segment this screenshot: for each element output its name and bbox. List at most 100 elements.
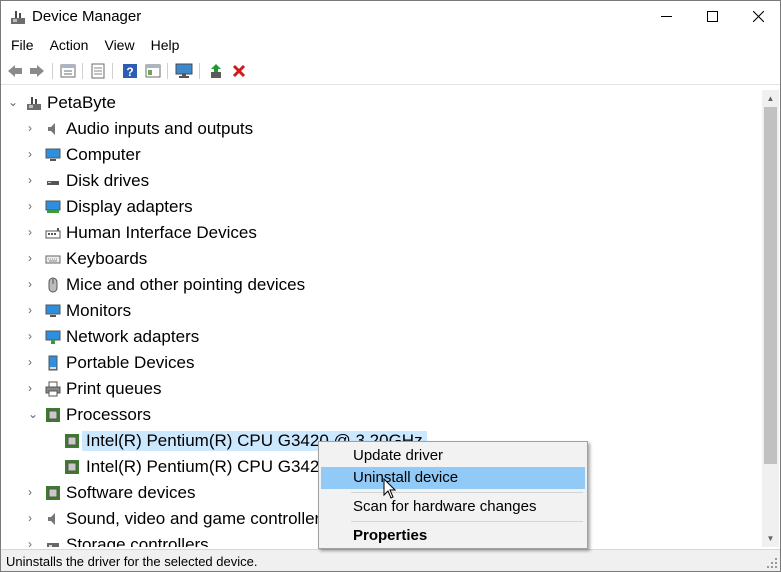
tree-category-label: Audio inputs and outputs: [66, 119, 254, 138]
uninstall-icon: [232, 64, 246, 78]
uninstall-button[interactable]: [230, 62, 248, 80]
chevron-down-icon[interactable]: ⌄: [8, 95, 20, 109]
window-title: Device Manager: [32, 8, 142, 25]
scan-icon: [91, 63, 105, 79]
chevron-right-icon[interactable]: ›: [28, 381, 40, 395]
chevron-right-icon[interactable]: ›: [28, 199, 40, 213]
forward-button[interactable]: [28, 62, 46, 80]
tree-category-label: Keyboards: [66, 249, 148, 268]
processor-icon: [65, 434, 79, 448]
tree-category[interactable]: › Computer: [2, 142, 762, 168]
chevron-right-icon[interactable]: ›: [28, 121, 40, 135]
scan-button[interactable]: [89, 62, 107, 80]
context-update-driver[interactable]: Update driver: [321, 445, 585, 467]
tree-category-label: Print queues: [66, 379, 162, 398]
scroll-up-button[interactable]: ▲: [762, 90, 779, 107]
menu-bar: File Action View Help: [1, 33, 780, 57]
tree-root[interactable]: ⌄ PetaByte: [2, 90, 762, 116]
context-uninstall-device[interactable]: Uninstall device: [321, 467, 585, 489]
monitor-button[interactable]: [175, 62, 193, 80]
tree-category[interactable]: › Portable Devices: [2, 350, 762, 376]
speaker-icon: [48, 513, 55, 525]
device-manager-icon: [11, 11, 25, 24]
close-icon: [752, 11, 764, 22]
chevron-right-icon[interactable]: ›: [28, 537, 40, 547]
chevron-right-icon[interactable]: ›: [28, 303, 40, 317]
toolbar-separator: [52, 63, 53, 79]
chevron-right-icon[interactable]: ›: [28, 225, 40, 239]
tree-category[interactable]: › Disk drives: [2, 168, 762, 194]
processor-icon: [46, 408, 60, 422]
computer-icon: [45, 148, 61, 161]
chevron-right-icon[interactable]: ›: [28, 355, 40, 369]
network-icon: [45, 330, 61, 344]
close-button[interactable]: [735, 1, 780, 32]
tree-category[interactable]: › Print queues: [2, 376, 762, 402]
context-item-label: Update driver: [353, 447, 444, 464]
update-driver-button[interactable]: [207, 62, 225, 80]
context-separator: [351, 521, 583, 522]
chevron-right-icon[interactable]: ›: [28, 147, 40, 161]
view-icon: [145, 64, 161, 78]
scroll-down-button[interactable]: ▼: [762, 530, 779, 547]
tree-category-label: Processors: [66, 405, 152, 424]
chevron-down-icon[interactable]: ⌄: [28, 407, 40, 421]
tree-category[interactable]: › Audio inputs and outputs: [2, 116, 762, 142]
chevron-right-icon[interactable]: ›: [28, 251, 40, 265]
printer-icon: [45, 381, 61, 397]
maximize-button[interactable]: [689, 1, 735, 32]
menu-view[interactable]: View: [94, 33, 140, 57]
tree-category[interactable]: › Mice and other pointing devices: [2, 272, 762, 298]
tree-category[interactable]: › Display adapters: [2, 194, 762, 220]
toolbar-separator: [82, 63, 83, 79]
chevron-right-icon[interactable]: ›: [28, 277, 40, 291]
status-text: Uninstalls the driver for the selected d…: [6, 554, 258, 569]
maximize-icon: [706, 11, 718, 22]
storage-icon: [47, 543, 59, 547]
context-menu: Update driver Uninstall device Scan for …: [318, 441, 588, 549]
tree-category[interactable]: ⌄ Processors: [2, 402, 762, 428]
menu-file[interactable]: File: [1, 33, 40, 57]
chevron-right-icon[interactable]: ›: [28, 511, 40, 525]
scroll-thumb[interactable]: [764, 107, 777, 464]
minimize-button[interactable]: [643, 1, 689, 32]
help-icon: ?: [123, 64, 137, 79]
svg-text:?: ?: [126, 65, 133, 79]
monitor-icon: [175, 63, 193, 78]
view-button[interactable]: [144, 62, 162, 80]
properties-tree-button[interactable]: [59, 62, 77, 80]
hid-icon: [45, 228, 61, 239]
help-button[interactable]: ?: [121, 62, 139, 80]
back-button[interactable]: [6, 62, 24, 80]
title-bar[interactable]: Device Manager: [1, 1, 780, 32]
context-item-label: Properties: [353, 527, 428, 544]
keyboard-icon: [45, 255, 61, 264]
software-device-icon: [46, 486, 60, 500]
tree-category-label: Sound, video and game controllers: [66, 509, 329, 528]
resize-grip-icon[interactable]: [766, 557, 778, 569]
chevron-right-icon[interactable]: ›: [28, 173, 40, 187]
status-bar: Uninstalls the driver for the selected d…: [1, 549, 780, 571]
monitor-icon: [45, 304, 61, 317]
display-adapter-icon: [45, 200, 61, 213]
tree-category-label: Disk drives: [66, 171, 150, 190]
tree-category[interactable]: › Monitors: [2, 298, 762, 324]
tree-category[interactable]: › Human Interface Devices: [2, 220, 762, 246]
speaker-icon: [48, 123, 55, 135]
context-scan-hardware[interactable]: Scan for hardware changes: [321, 496, 585, 518]
menu-help[interactable]: Help: [141, 33, 186, 57]
menu-action[interactable]: Action: [40, 33, 95, 57]
tree-category[interactable]: › Network adapters: [2, 324, 762, 350]
tree-category-label: Software devices: [66, 483, 196, 502]
toolbar-separator: [199, 63, 200, 79]
chevron-right-icon[interactable]: ›: [28, 329, 40, 343]
mouse-pointer-icon: [383, 478, 397, 499]
tree-category-label: Monitors: [66, 301, 132, 320]
vertical-scrollbar[interactable]: ▲ ▼: [762, 90, 779, 547]
device-manager-window: Device Manager File Action View Help ? ⌄…: [0, 0, 781, 572]
tree-category-label: Human Interface Devices: [66, 223, 257, 242]
tree-category[interactable]: › Keyboards: [2, 246, 762, 272]
context-properties[interactable]: Properties: [321, 525, 585, 547]
chevron-right-icon[interactable]: ›: [28, 485, 40, 499]
toolbar-separator: [112, 63, 113, 79]
